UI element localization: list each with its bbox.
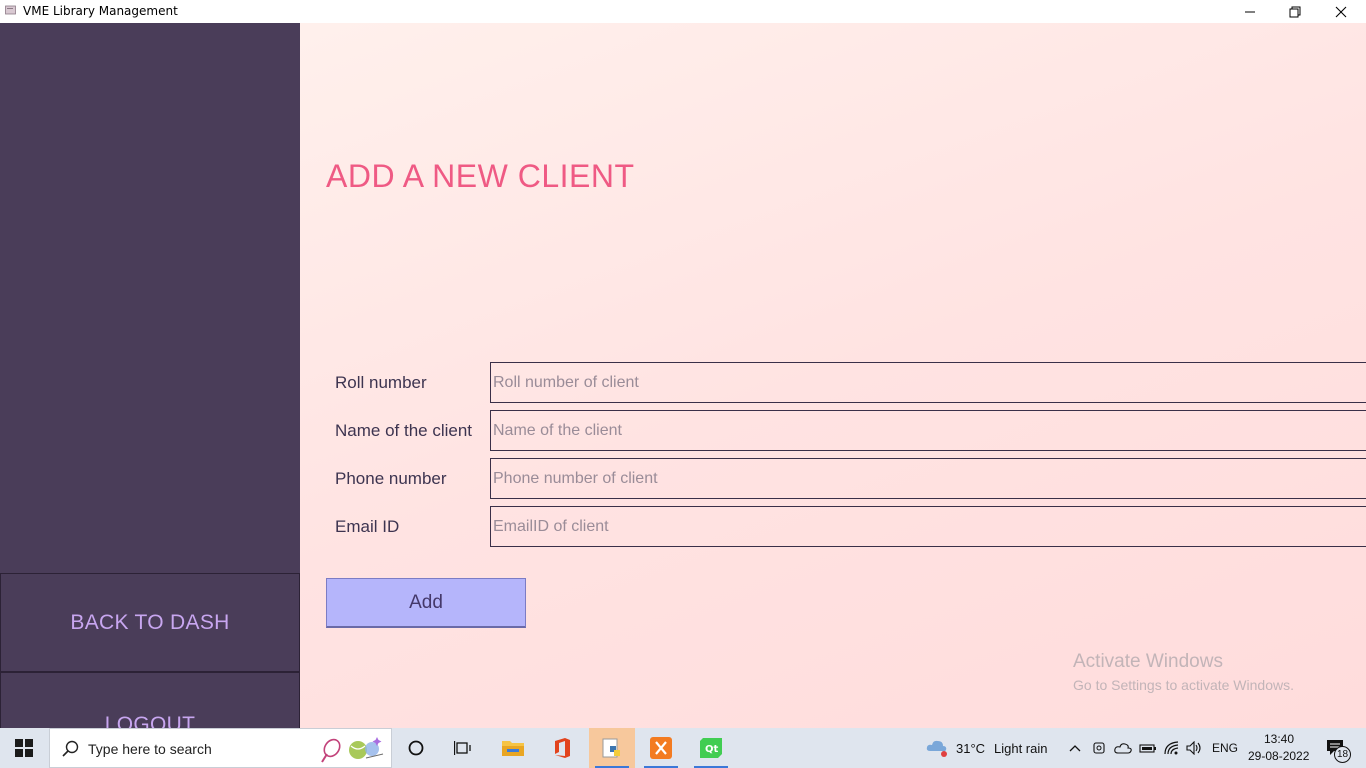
windows-logo-icon xyxy=(15,739,33,757)
minimize-icon xyxy=(1245,11,1255,12)
phone-number-input[interactable] xyxy=(490,458,1366,499)
cloud-icon xyxy=(1114,743,1132,754)
window-title: VME Library Management xyxy=(23,4,178,18)
task-view-button[interactable] xyxy=(440,728,486,768)
search-highlight-icon xyxy=(321,737,384,763)
email-id-label: Email ID xyxy=(335,517,400,536)
back-to-dash-button[interactable]: BACK TO DASH xyxy=(0,573,300,672)
page-title: ADD A NEW CLIENT xyxy=(326,158,635,194)
phone-number-label: Phone number xyxy=(335,469,447,488)
watermark-title: Activate Windows xyxy=(1073,651,1223,672)
add-button[interactable]: Add xyxy=(326,578,526,628)
main-panel: ADD A NEW CLIENT Roll number Name of the… xyxy=(300,23,1366,728)
cortana-circle-icon xyxy=(408,740,424,756)
taskbar-search-box[interactable]: Type here to search xyxy=(49,728,392,768)
python-app-button[interactable] xyxy=(589,728,635,768)
weather-temperature: 31°C xyxy=(956,741,986,756)
onedrive-button[interactable] xyxy=(1113,728,1133,768)
camera-icon xyxy=(1093,742,1105,754)
close-button[interactable] xyxy=(1318,0,1364,23)
sidebar: BACK TO DASH LOGOUT xyxy=(0,23,300,768)
roll-number-label: Roll number xyxy=(335,373,427,392)
python-file-icon xyxy=(602,738,620,758)
office-icon xyxy=(555,738,570,758)
search-icon xyxy=(62,740,79,757)
rain-cloud-icon xyxy=(926,740,947,757)
weather-description: Light rain xyxy=(994,741,1048,756)
roll-number-input[interactable] xyxy=(490,362,1366,403)
minimize-button[interactable] xyxy=(1227,0,1273,23)
activate-windows-watermark: Activate Windows Go to Settings to activ… xyxy=(1073,651,1294,693)
office-button[interactable] xyxy=(539,728,585,768)
search-placeholder: Type here to search xyxy=(88,741,212,757)
email-id-input[interactable] xyxy=(490,506,1366,547)
qt-icon: Qt xyxy=(700,738,722,758)
svg-text:Qt: Qt xyxy=(705,744,719,755)
weather-button[interactable] xyxy=(922,728,952,768)
notifications-button[interactable]: 18 xyxy=(1318,728,1354,768)
network-button[interactable] xyxy=(1162,728,1182,768)
client-name-input[interactable] xyxy=(490,410,1366,451)
volume-button[interactable] xyxy=(1185,728,1205,768)
clock-time: 13:40 xyxy=(1264,732,1295,746)
folder-icon xyxy=(502,741,524,756)
speaker-icon xyxy=(1186,741,1201,755)
clock-button[interactable]: 13:40 29-08-2022 xyxy=(1244,731,1312,765)
cortana-button[interactable] xyxy=(393,728,439,768)
watermark-subtitle: Go to Settings to activate Windows. xyxy=(1073,677,1294,693)
client-name-label: Name of the client xyxy=(335,421,473,440)
qt-app-button[interactable]: Qt xyxy=(688,728,734,768)
chevron-up-icon xyxy=(1069,745,1081,752)
app-icon xyxy=(5,5,16,15)
battery-icon xyxy=(1139,744,1156,753)
close-icon xyxy=(1335,6,1347,17)
start-button[interactable] xyxy=(0,728,48,768)
show-hidden-icons-button[interactable] xyxy=(1066,728,1084,768)
restore-icon xyxy=(1289,6,1301,17)
xampp-button[interactable] xyxy=(638,728,684,768)
restore-button[interactable] xyxy=(1272,0,1318,23)
clock-date: 29-08-2022 xyxy=(1248,749,1310,763)
wifi-icon xyxy=(1164,741,1179,755)
battery-button[interactable] xyxy=(1138,728,1158,768)
taskbar: Type here to search Qt 31°C Light rain E… xyxy=(0,728,1366,768)
language-indicator[interactable]: ENG xyxy=(1212,741,1238,755)
task-view-icon xyxy=(454,741,471,755)
xampp-icon xyxy=(650,737,672,759)
file-explorer-button[interactable] xyxy=(490,728,536,768)
notification-count-badge: 18 xyxy=(1334,746,1351,763)
title-bar: VME Library Management xyxy=(0,0,1366,23)
meet-now-button[interactable] xyxy=(1090,728,1108,768)
